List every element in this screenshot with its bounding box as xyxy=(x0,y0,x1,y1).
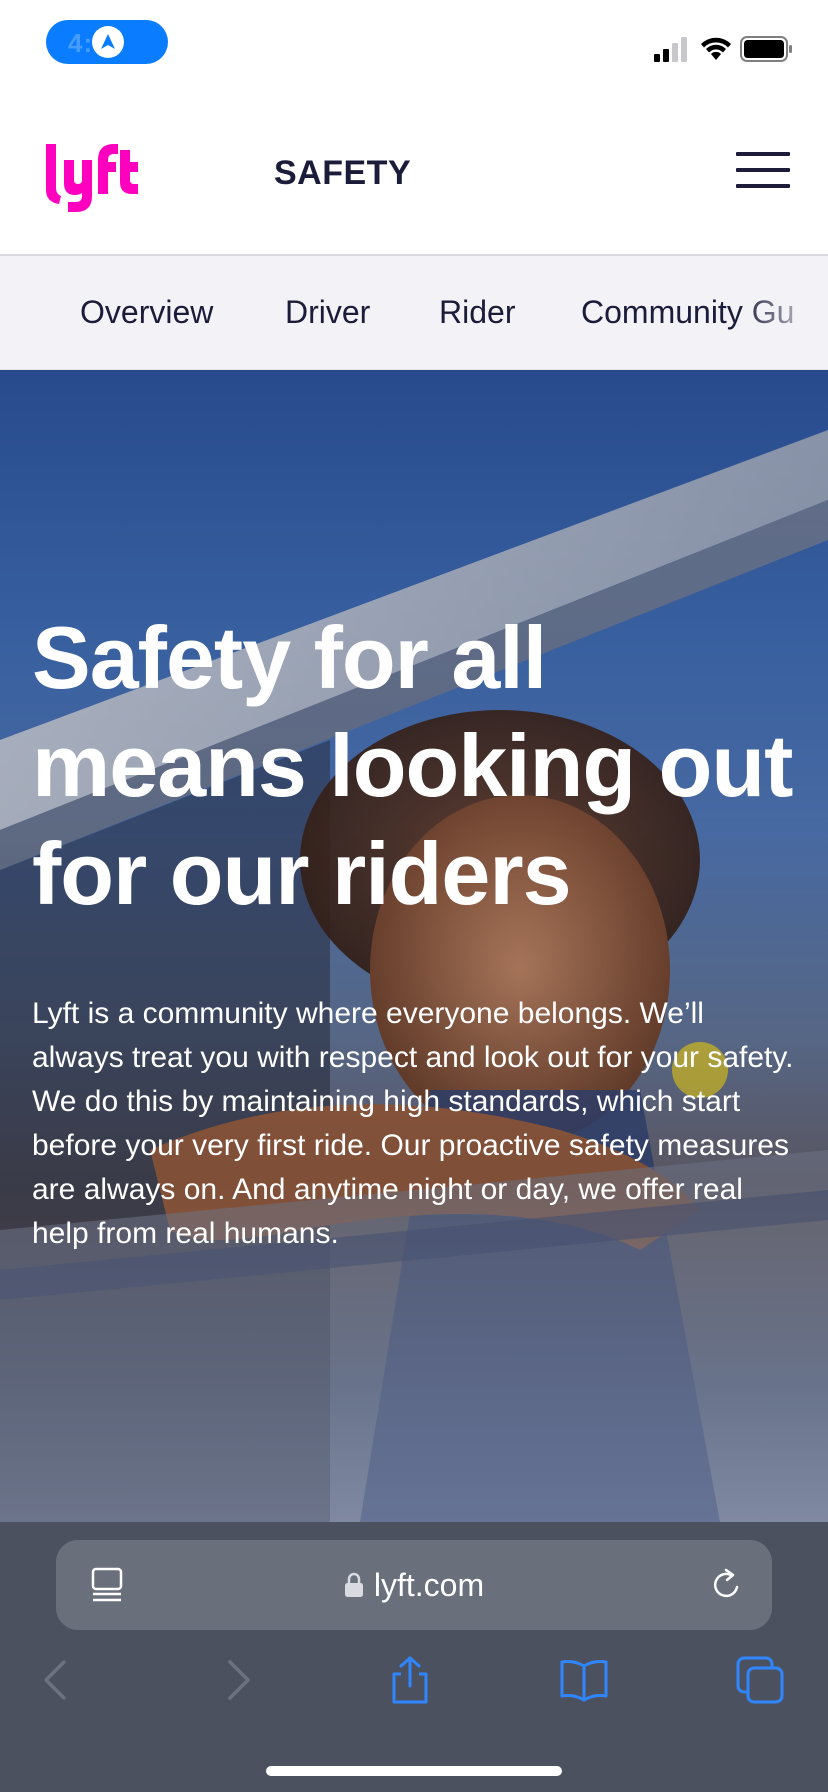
tabs-icon[interactable] xyxy=(734,1654,786,1706)
safety-subnav: Overview Driver Rider Community Gu xyxy=(0,256,828,370)
share-icon[interactable] xyxy=(384,1654,436,1706)
location-arrow-icon xyxy=(92,26,124,58)
subnav-item-rider[interactable]: Rider xyxy=(439,294,515,331)
address-bar[interactable]: lyft.com xyxy=(56,1540,772,1630)
safari-toolbar: lyft.com xyxy=(0,1522,828,1792)
bookmarks-icon[interactable] xyxy=(558,1654,610,1706)
back-icon[interactable] xyxy=(32,1654,84,1706)
navigation-indicator-pill[interactable]: 4:09 xyxy=(46,20,168,64)
site-header: SAFETY xyxy=(0,96,828,256)
cellular-signal-icon xyxy=(654,37,687,62)
home-indicator xyxy=(266,1766,562,1776)
lyft-logo[interactable] xyxy=(42,138,150,214)
subnav-item-overview[interactable]: Overview xyxy=(80,294,213,331)
url-text: lyft.com xyxy=(373,1566,485,1603)
subnav-scroll-fade xyxy=(738,256,828,369)
status-bar: 4:09 xyxy=(0,0,828,96)
battery-icon xyxy=(740,36,792,62)
hamburger-menu-icon[interactable] xyxy=(736,152,790,188)
lock-icon xyxy=(344,1572,363,1597)
url-display: lyft.com xyxy=(56,1540,772,1630)
wifi-icon xyxy=(701,37,731,60)
subnav-item-driver[interactable]: Driver xyxy=(285,294,370,331)
hero-title: Safety for all means looking out for our… xyxy=(32,608,793,923)
forward-icon[interactable] xyxy=(210,1654,262,1706)
hero-overlay xyxy=(0,370,828,1522)
hero-description: Lyft is a community where everyone belon… xyxy=(32,997,794,1250)
page-section-label: SAFETY xyxy=(274,154,412,192)
reload-icon[interactable] xyxy=(708,1566,744,1604)
hero-section: Safety for all means looking out for our… xyxy=(0,370,828,1522)
